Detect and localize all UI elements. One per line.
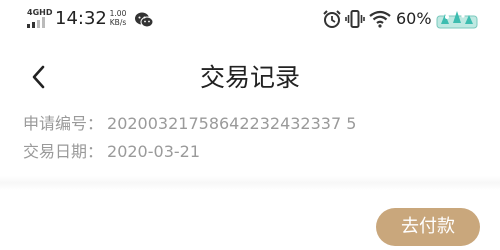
order-number-value: 20200321758642232432337 5 — [107, 114, 357, 133]
nav-bar: 交易记录 — [0, 52, 500, 102]
status-bar: 4GHD 14:32 1.00 KB/s 60% — [0, 0, 500, 40]
wifi-icon — [369, 10, 391, 28]
transaction-date-label: 交易日期： — [23, 142, 104, 161]
wechat-icon — [135, 12, 154, 28]
section-divider — [0, 176, 500, 190]
pay-button[interactable]: 去付款 — [376, 208, 480, 246]
order-number-label: 申请编号： — [23, 114, 104, 133]
battery-percent: 60% — [396, 9, 432, 28]
transaction-date-row: 交易日期： 2020-03-21 — [23, 142, 200, 162]
battery-icon — [436, 11, 478, 29]
status-time: 14:32 — [55, 8, 107, 29]
network-speed-value: 1.00 — [109, 9, 127, 18]
network-type-label: 4GHD — [27, 8, 53, 17]
transaction-date-value: 2020-03-21 — [107, 142, 200, 161]
network-speed-unit: KB/s — [109, 18, 127, 27]
page-title: 交易记录 — [199, 63, 300, 92]
order-number-row: 申请编号： 20200321758642232432337 5 — [23, 114, 356, 134]
network-speed: 1.00 KB/s — [106, 9, 130, 27]
signal-icon — [27, 17, 49, 28]
vibrate-icon — [345, 10, 365, 28]
alarm-icon — [323, 10, 341, 28]
